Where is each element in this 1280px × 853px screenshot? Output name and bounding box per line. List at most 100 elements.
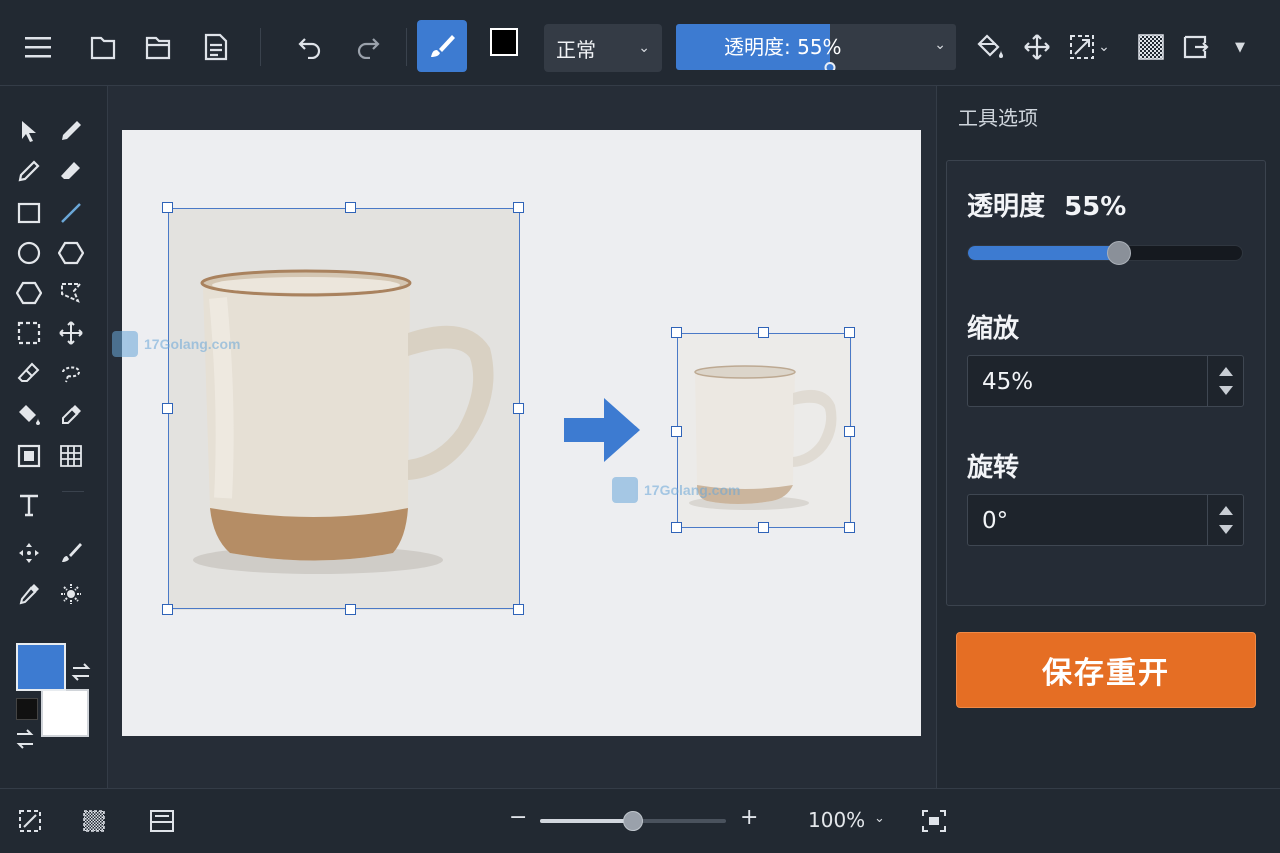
move-tool-icon[interactable]: [56, 318, 86, 348]
undo-icon[interactable]: [290, 24, 330, 70]
toolbar-separator: [260, 28, 261, 66]
foreground-color[interactable]: [490, 28, 518, 56]
pattern-fill-icon[interactable]: [80, 807, 108, 835]
resize-handle[interactable]: [162, 202, 173, 213]
rectangle-icon[interactable]: [14, 198, 44, 228]
zoom-out-button[interactable]: −: [509, 805, 527, 830]
foreground-color-swatch[interactable]: [16, 643, 66, 691]
zoom-in-button[interactable]: +: [740, 805, 758, 830]
text-icon[interactable]: [14, 490, 44, 520]
blend-mode-value: 正常: [556, 37, 596, 62]
eyedropper-icon[interactable]: [56, 400, 86, 430]
grid-icon[interactable]: [56, 441, 86, 471]
opacity-heading-value: 55%: [1064, 192, 1127, 222]
hexagon-icon[interactable]: [56, 238, 86, 268]
polygon-lasso-icon[interactable]: [56, 278, 86, 308]
tool-separator: [62, 491, 84, 492]
menu-icon[interactable]: [18, 24, 58, 70]
brush-icon: [431, 35, 455, 57]
pattern-icon[interactable]: [1131, 24, 1171, 70]
new-file-icon[interactable]: [83, 24, 123, 70]
opacity-heading-label: 透明度: [967, 192, 1046, 222]
zoom-slider-knob[interactable]: [623, 811, 643, 831]
resize-handle[interactable]: [758, 522, 769, 533]
pencil-icon[interactable]: [14, 156, 44, 186]
decrement-icon[interactable]: [1219, 386, 1233, 395]
dropper-icon[interactable]: [14, 579, 44, 609]
resize-handle[interactable]: [345, 604, 356, 615]
decrement-icon[interactable]: [1219, 525, 1233, 534]
chevron-down-icon[interactable]: ⌄: [874, 811, 885, 826]
resize-handle[interactable]: [671, 426, 682, 437]
paint-bucket-icon[interactable]: [14, 400, 44, 430]
marquee-select-icon[interactable]: [14, 318, 44, 348]
opacity-slider[interactable]: 透明度: 55% ⌄: [676, 24, 956, 70]
opacity-slider-fill: [968, 246, 1119, 260]
scatter-icon[interactable]: [14, 538, 44, 568]
reset-colors-icon[interactable]: [12, 726, 38, 752]
opacity-slider-knob[interactable]: [1106, 241, 1131, 265]
polygon-icon[interactable]: [14, 278, 44, 308]
zoom-slider[interactable]: [540, 811, 726, 831]
resize-handle[interactable]: [758, 327, 769, 338]
opacity-heading: 透明度 55%: [967, 186, 1126, 223]
chevron-down-icon: ⌄: [638, 40, 650, 56]
color-swatch[interactable]: [490, 28, 530, 68]
toolbar-separator: [406, 28, 407, 66]
default-colors-icon[interactable]: [16, 698, 38, 720]
opacity-knob[interactable]: [824, 62, 836, 70]
watermark-logo-icon: [612, 477, 638, 503]
open-folder-icon[interactable]: [138, 24, 178, 70]
document-icon[interactable]: [196, 24, 236, 70]
resize-handle[interactable]: [844, 522, 855, 533]
increment-icon[interactable]: [1219, 506, 1233, 515]
rotate-stepper[interactable]: [1207, 495, 1243, 545]
selection-box-original[interactable]: [168, 208, 520, 609]
redo-icon[interactable]: [348, 24, 388, 70]
eraser-block-icon[interactable]: [14, 358, 44, 388]
frame-icon[interactable]: [14, 441, 44, 471]
rotate-value[interactable]: 0°: [982, 495, 1008, 547]
save-reopen-button[interactable]: 保存重开: [956, 632, 1256, 708]
scale-input[interactable]: 45%: [967, 355, 1244, 407]
image-frame-icon[interactable]: [148, 807, 176, 835]
resize-handle[interactable]: [513, 604, 524, 615]
line-icon[interactable]: [56, 198, 86, 228]
more-chevron-icon[interactable]: ▼: [1228, 24, 1252, 70]
swap-colors-icon[interactable]: [68, 659, 94, 685]
resize-handle[interactable]: [162, 604, 173, 615]
sparkle-icon[interactable]: [56, 579, 86, 609]
image-canvas[interactable]: [122, 130, 921, 736]
resize-handle[interactable]: [345, 202, 356, 213]
opacity-slider-track[interactable]: [967, 241, 1243, 265]
pen-icon[interactable]: [56, 116, 86, 146]
increment-icon[interactable]: [1219, 367, 1233, 376]
background-color-swatch[interactable]: [41, 689, 89, 737]
chevron-down-icon[interactable]: ⌄: [1092, 24, 1116, 70]
move-icon[interactable]: [1017, 24, 1057, 70]
brush-tool-button[interactable]: [417, 20, 467, 72]
circle-icon[interactable]: [14, 238, 44, 268]
eraser-icon[interactable]: [56, 156, 86, 186]
scale-value[interactable]: 45%: [982, 356, 1033, 408]
brush-small-icon[interactable]: [56, 538, 86, 568]
resize-handle[interactable]: [162, 403, 173, 414]
lasso-icon[interactable]: [56, 358, 86, 388]
blend-mode-select[interactable]: 正常 ⌄: [544, 24, 662, 72]
resize-handle[interactable]: [844, 426, 855, 437]
chevron-down-icon[interactable]: ⌄: [934, 37, 946, 53]
rotate-input[interactable]: 0°: [967, 494, 1244, 546]
fit-screen-icon[interactable]: [920, 807, 948, 835]
export-icon[interactable]: [1176, 24, 1216, 70]
fill-icon[interactable]: [970, 24, 1010, 70]
resize-handle[interactable]: [671, 327, 682, 338]
resize-handle[interactable]: [844, 327, 855, 338]
resize-handle[interactable]: [671, 522, 682, 533]
resize-handle[interactable]: [513, 202, 524, 213]
panel-title: 工具选项: [958, 106, 1038, 130]
scale-stepper[interactable]: [1207, 356, 1243, 406]
select-arrow-icon[interactable]: [14, 116, 44, 146]
zoom-level[interactable]: 100%: [808, 808, 865, 832]
fit-selection-icon[interactable]: [16, 807, 44, 835]
resize-handle[interactable]: [513, 403, 524, 414]
